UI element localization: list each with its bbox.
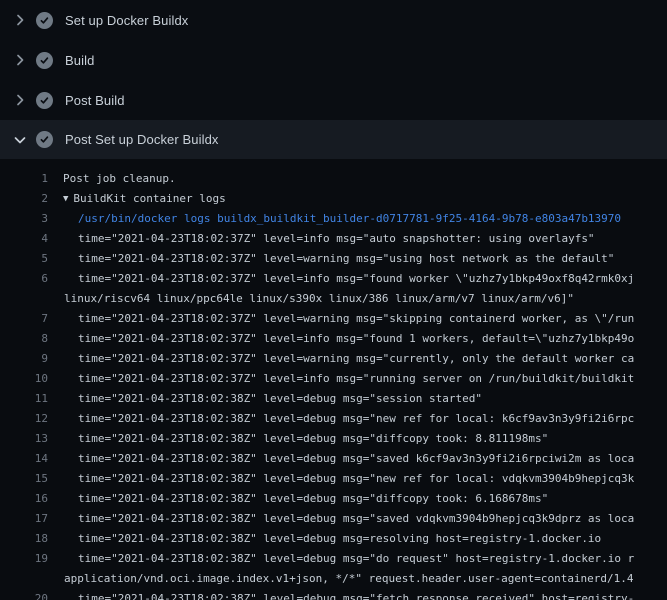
section-header-build[interactable]: Build <box>0 40 667 80</box>
log-line: 18 time="2021-04-23T18:02:38Z" level=deb… <box>0 529 667 549</box>
chevron-right-icon <box>12 52 28 68</box>
log-line: 12 time="2021-04-23T18:02:38Z" level=deb… <box>0 409 667 429</box>
log-line-number[interactable]: 5 <box>0 249 48 269</box>
log-line-number[interactable]: 18 <box>0 529 48 549</box>
log-line-text: time="2021-04-23T18:02:37Z" level=info m… <box>48 329 667 349</box>
log-line-text: time="2021-04-23T18:02:38Z" level=debug … <box>48 549 667 569</box>
log-line: 8 time="2021-04-23T18:02:37Z" level=info… <box>0 329 667 349</box>
log-line-number[interactable]: 17 <box>0 509 48 529</box>
log-line: 1 Post job cleanup. <box>0 169 667 189</box>
log-line-number[interactable]: 9 <box>0 349 48 369</box>
workflow-log-viewer: Set up Docker Buildx Build Post Build <box>0 0 667 600</box>
log-line-number[interactable]: 12 <box>0 409 48 429</box>
log-line-text: time="2021-04-23T18:02:37Z" level=info m… <box>48 369 667 389</box>
log-line-number[interactable]: 16 <box>0 489 48 509</box>
log-line-text: time="2021-04-23T18:02:37Z" level=warnin… <box>48 349 667 369</box>
log-line-number[interactable]: 14 <box>0 449 48 469</box>
check-circle-icon <box>36 92 53 109</box>
log-lines: 1 Post job cleanup. 2 ▼BuildKit containe… <box>0 169 667 600</box>
log-line-text: time="2021-04-23T18:02:38Z" level=debug … <box>48 469 667 489</box>
log-line-text: linux/riscv64 linux/ppc64le linux/s390x … <box>48 289 667 309</box>
log-line: 3 /usr/bin/docker logs buildx_buildkit_b… <box>0 209 667 229</box>
log-line-number[interactable]: 13 <box>0 429 48 449</box>
log-line-text: time="2021-04-23T18:02:38Z" level=debug … <box>48 429 667 449</box>
log-line-number[interactable]: 7 <box>0 309 48 329</box>
log-line: 17 time="2021-04-23T18:02:38Z" level=deb… <box>0 509 667 529</box>
log-line: 5 time="2021-04-23T18:02:37Z" level=warn… <box>0 249 667 269</box>
log-line-number[interactable]: 4 <box>0 229 48 249</box>
log-group-header: 2 ▼BuildKit container logs <box>0 189 667 209</box>
log-line-text: time="2021-04-23T18:02:38Z" level=debug … <box>48 409 667 429</box>
log-line-number[interactable]: 15 <box>0 469 48 489</box>
log-line-text: time="2021-04-23T18:02:38Z" level=debug … <box>48 489 667 509</box>
log-line-text: time="2021-04-23T18:02:38Z" level=debug … <box>48 529 667 549</box>
log-line-text: time="2021-04-23T18:02:37Z" level=info m… <box>48 229 667 249</box>
log-line-number[interactable] <box>0 569 48 589</box>
log-line: 7 time="2021-04-23T18:02:37Z" level=warn… <box>0 309 667 329</box>
log-line-text: Post job cleanup. <box>48 169 667 189</box>
section-label: Post Set up Docker Buildx <box>65 132 219 147</box>
log-line: 10 time="2021-04-23T18:02:37Z" level=inf… <box>0 369 667 389</box>
log-line: 19 time="2021-04-23T18:02:38Z" level=deb… <box>0 549 667 569</box>
log-line: 9 time="2021-04-23T18:02:37Z" level=warn… <box>0 349 667 369</box>
log-line-number[interactable]: 6 <box>0 269 48 289</box>
log-line: 4 time="2021-04-23T18:02:37Z" level=info… <box>0 229 667 249</box>
log-line-number[interactable]: 8 <box>0 329 48 349</box>
group-collapse-icon[interactable]: ▼ <box>48 189 73 209</box>
log-line: 13 time="2021-04-23T18:02:38Z" level=deb… <box>0 429 667 449</box>
log-line-number[interactable]: 10 <box>0 369 48 389</box>
check-circle-icon <box>36 131 53 148</box>
log-line-number[interactable]: 3 <box>0 209 48 229</box>
log-line: 11 time="2021-04-23T18:02:38Z" level=deb… <box>0 389 667 409</box>
log-line-text: time="2021-04-23T18:02:38Z" level=debug … <box>48 509 667 529</box>
log-line-text: time="2021-04-23T18:02:38Z" level=debug … <box>48 589 667 600</box>
log-line: 14 time="2021-04-23T18:02:38Z" level=deb… <box>0 449 667 469</box>
log-line: 15 time="2021-04-23T18:02:38Z" level=deb… <box>0 469 667 489</box>
log-line-text: /usr/bin/docker logs buildx_buildkit_bui… <box>48 209 667 229</box>
step-list: Set up Docker Buildx Build Post Build <box>0 0 667 159</box>
log-output: 1 Post job cleanup. 2 ▼BuildKit containe… <box>0 159 667 600</box>
log-line-text: application/vnd.oci.image.index.v1+json,… <box>48 569 667 589</box>
log-line-text: time="2021-04-23T18:02:38Z" level=debug … <box>48 449 667 469</box>
log-line-text: BuildKit container logs <box>73 189 667 209</box>
log-line: 16 time="2021-04-23T18:02:38Z" level=deb… <box>0 489 667 509</box>
log-line-number[interactable]: 20 <box>0 589 48 600</box>
log-line-number[interactable]: 11 <box>0 389 48 409</box>
log-line-text: time="2021-04-23T18:02:37Z" level=warnin… <box>48 309 667 329</box>
log-line-text: time="2021-04-23T18:02:38Z" level=debug … <box>48 389 667 409</box>
chevron-right-icon <box>12 12 28 28</box>
section-label: Set up Docker Buildx <box>65 13 188 28</box>
log-line-number[interactable] <box>0 289 48 309</box>
log-line-number[interactable]: 2 <box>0 189 48 209</box>
check-circle-icon <box>36 12 53 29</box>
log-line-number[interactable]: 19 <box>0 549 48 569</box>
log-line-text: time="2021-04-23T18:02:37Z" level=info m… <box>48 269 667 289</box>
chevron-down-icon <box>12 132 28 148</box>
chevron-right-icon <box>12 92 28 108</box>
section-header-post-set-up-docker-buildx[interactable]: Post Set up Docker Buildx <box>0 120 667 159</box>
section-label: Build <box>65 53 94 68</box>
section-header-set-up-docker-buildx[interactable]: Set up Docker Buildx <box>0 0 667 40</box>
log-line-text: time="2021-04-23T18:02:37Z" level=warnin… <box>48 249 667 269</box>
log-line: linux/riscv64 linux/ppc64le linux/s390x … <box>0 289 667 309</box>
log-line: 6 time="2021-04-23T18:02:37Z" level=info… <box>0 269 667 289</box>
log-line: 20 time="2021-04-23T18:02:38Z" level=deb… <box>0 589 667 600</box>
section-header-post-build[interactable]: Post Build <box>0 80 667 120</box>
check-circle-icon <box>36 52 53 69</box>
log-line-number[interactable]: 1 <box>0 169 48 189</box>
section-label: Post Build <box>65 93 125 108</box>
log-line: application/vnd.oci.image.index.v1+json,… <box>0 569 667 589</box>
